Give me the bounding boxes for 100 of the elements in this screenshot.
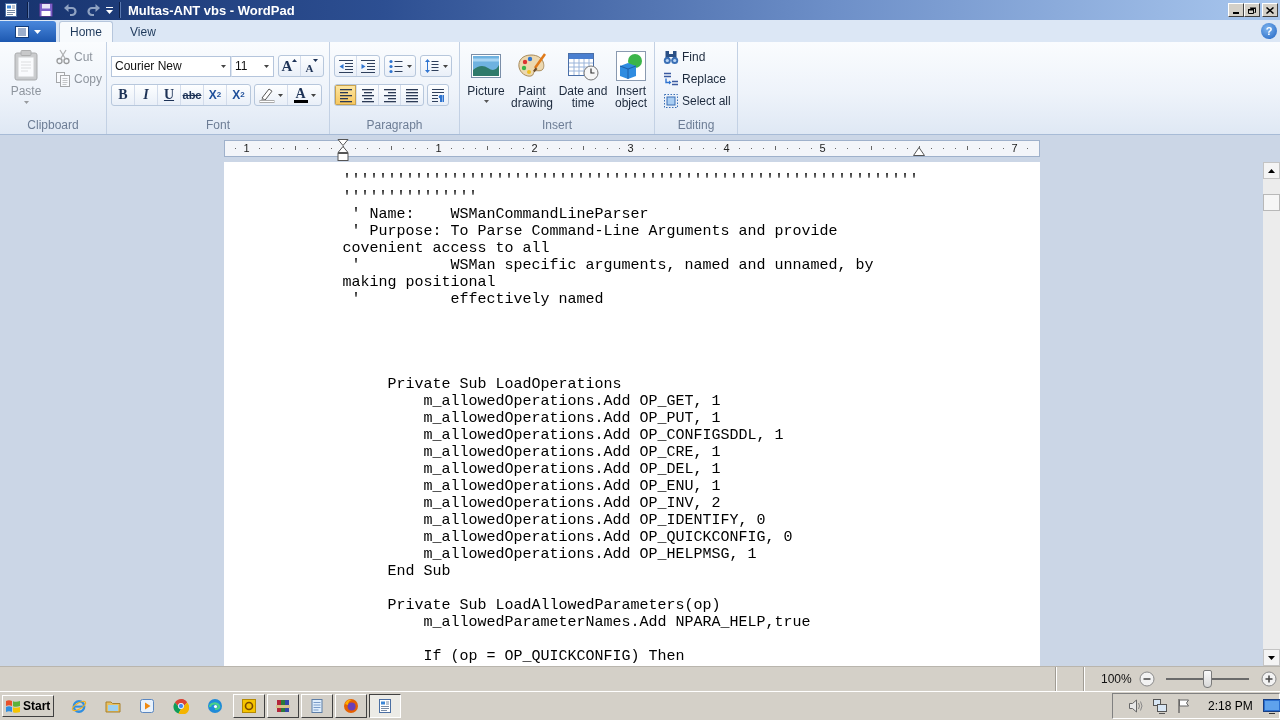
flag-icon[interactable]: [1176, 698, 1192, 714]
select-all-button[interactable]: Select all: [661, 92, 737, 110]
underline-button[interactable]: U: [158, 85, 181, 105]
binoculars-icon: [663, 49, 679, 65]
clipboard-icon: [13, 49, 39, 81]
font-size-field[interactable]: 11: [231, 55, 274, 77]
zoom-in-icon[interactable]: [1260, 671, 1277, 687]
picture-button[interactable]: Picture: [465, 46, 507, 114]
align-left-icon: [337, 87, 354, 103]
undo-icon[interactable]: [63, 2, 79, 18]
window-title: Multas-ANT vbs - WordPad: [128, 2, 295, 18]
paragraph-settings-icon: [430, 87, 446, 103]
font-family-field[interactable]: Courier New: [111, 55, 231, 77]
left-indent-marker[interactable]: [336, 139, 349, 161]
caret-icon: [443, 64, 448, 68]
document-icon: [377, 698, 393, 714]
line-spacing-button[interactable]: [420, 55, 452, 77]
windows-flag-icon: [5, 698, 21, 714]
replace-button[interactable]: Replace: [661, 70, 737, 88]
code-line: If (op = OP_QUICKCONFIG) Then: [422, 648, 686, 665]
shapes-object-icon: [615, 50, 647, 82]
code-line: m_allowedOperations.Add OP_HELPMSG, 1: [422, 546, 758, 563]
code-line: ' WSMan specific arguments, named and unnamed, by making positional: [342, 257, 875, 291]
show-desktop-icon[interactable]: [1262, 698, 1280, 714]
ring-tile-icon: [241, 698, 257, 714]
zoom-level-text: 100%: [1101, 672, 1132, 686]
increase-indent-icon: [360, 58, 376, 74]
speaker-icon[interactable]: [1128, 698, 1144, 714]
code-line: Private Sub LoadOperations: [386, 376, 623, 393]
code-line: ' Name: WSManCommandLineParser: [350, 206, 650, 223]
caret-icon: [34, 29, 41, 34]
find-button[interactable]: Find: [661, 48, 737, 66]
bullet-list-icon: [388, 58, 404, 74]
date-time-button[interactable]: Date and time: [557, 46, 609, 114]
taskbar-button[interactable]: [369, 694, 401, 718]
start-button[interactable]: Start: [2, 695, 54, 717]
clock: 2:18 PM: [1208, 699, 1253, 713]
group-label: Insert: [541, 117, 573, 134]
scrollbar-thumb[interactable]: [1263, 194, 1280, 211]
code-line: Private Sub LoadAllowedParameters(op): [386, 597, 722, 614]
code-line: m_allowedOperations.Add OP_CONFIGSDDL, 1: [422, 427, 785, 444]
font-color-button[interactable]: A: [288, 85, 321, 105]
media-player-icon[interactable]: [139, 698, 155, 714]
document-menu-icon: [15, 25, 29, 38]
slider-thumb[interactable]: [1202, 670, 1212, 688]
caret-icon: [278, 93, 283, 97]
paragraph-settings-button[interactable]: [427, 84, 449, 106]
code-line: ' effectively named: [350, 291, 605, 308]
code-line: ''''''''''''''''''''''''''''''''''''''''''''''''''''''''''''''''''''''''''''''': [342, 172, 919, 206]
align-right-icon: [381, 87, 398, 103]
network-icon[interactable]: [1152, 698, 1168, 714]
redo-icon[interactable]: [85, 2, 101, 18]
ruler-number: 2: [529, 142, 540, 155]
scroll-down-button[interactable]: [1263, 649, 1280, 666]
customize-caret-icon[interactable]: [105, 5, 114, 15]
caret-icon: [23, 101, 29, 104]
replace-icon: [663, 71, 679, 87]
code-line: m_allowedOperations.Add OP_IDENTIFY, 0: [422, 512, 767, 529]
restore-button[interactable]: [1244, 3, 1260, 17]
swatch-icon: [293, 100, 308, 103]
code-line: m_allowedOperations.Add OP_QUICKCONFIG, 0: [422, 529, 794, 546]
caret-icon: [264, 64, 269, 68]
ruler-number: 3: [625, 142, 636, 155]
browser-icon[interactable]: [173, 698, 189, 714]
copy-icon: [55, 71, 71, 87]
app-menu-button[interactable]: [0, 21, 56, 42]
bold-button[interactable]: B: [112, 85, 135, 105]
ribbon-tab[interactable]: Home: [59, 21, 113, 42]
strikethrough-button[interactable]: abc: [181, 85, 204, 105]
caret-icon: [407, 64, 412, 68]
group-label: Font: [205, 117, 231, 134]
insert-object-button[interactable]: Insert object: [611, 46, 651, 114]
browser-icon[interactable]: [207, 698, 223, 714]
right-indent-marker[interactable]: [912, 147, 925, 156]
code-line: m_allowedOperations.Add OP_DEL, 1: [422, 461, 722, 478]
scroll-up-button[interactable]: [1263, 162, 1280, 179]
align-justify-icon: [404, 87, 420, 103]
paint-drawing-button[interactable]: Paint drawing: [509, 46, 555, 114]
zoom-out-icon[interactable]: [1138, 671, 1155, 687]
scissors-icon: [55, 49, 71, 65]
italic-button[interactable]: I: [135, 85, 158, 105]
ribbon-tab[interactable]: View: [119, 21, 167, 42]
save-icon[interactable]: [38, 2, 54, 18]
close-button[interactable]: [1262, 3, 1278, 17]
bullet-list-button[interactable]: [384, 55, 416, 77]
code-line: m_allowedParameterNames.Add NPARA_HELP,true: [422, 614, 812, 631]
shrink-font-button[interactable]: A: [301, 56, 323, 76]
code-line: End Sub: [386, 563, 452, 580]
document-app-icon[interactable]: [3, 2, 19, 18]
caret-icon: [483, 100, 489, 103]
superscript-button[interactable]: X$^{2}$: [227, 85, 250, 105]
grow-font-button[interactable]: A: [279, 56, 301, 76]
minimize-button[interactable]: [1228, 3, 1244, 17]
ruler-number: 1: [241, 142, 252, 155]
code-line: m_allowedOperations.Add OP_INV, 2: [422, 495, 722, 512]
group-label: Paragraph: [365, 117, 424, 134]
books-icon: [275, 698, 291, 714]
align-left-button[interactable]: [335, 85, 357, 105]
highlighter-icon: [259, 87, 275, 103]
up-arrow-icon: [1268, 168, 1275, 173]
